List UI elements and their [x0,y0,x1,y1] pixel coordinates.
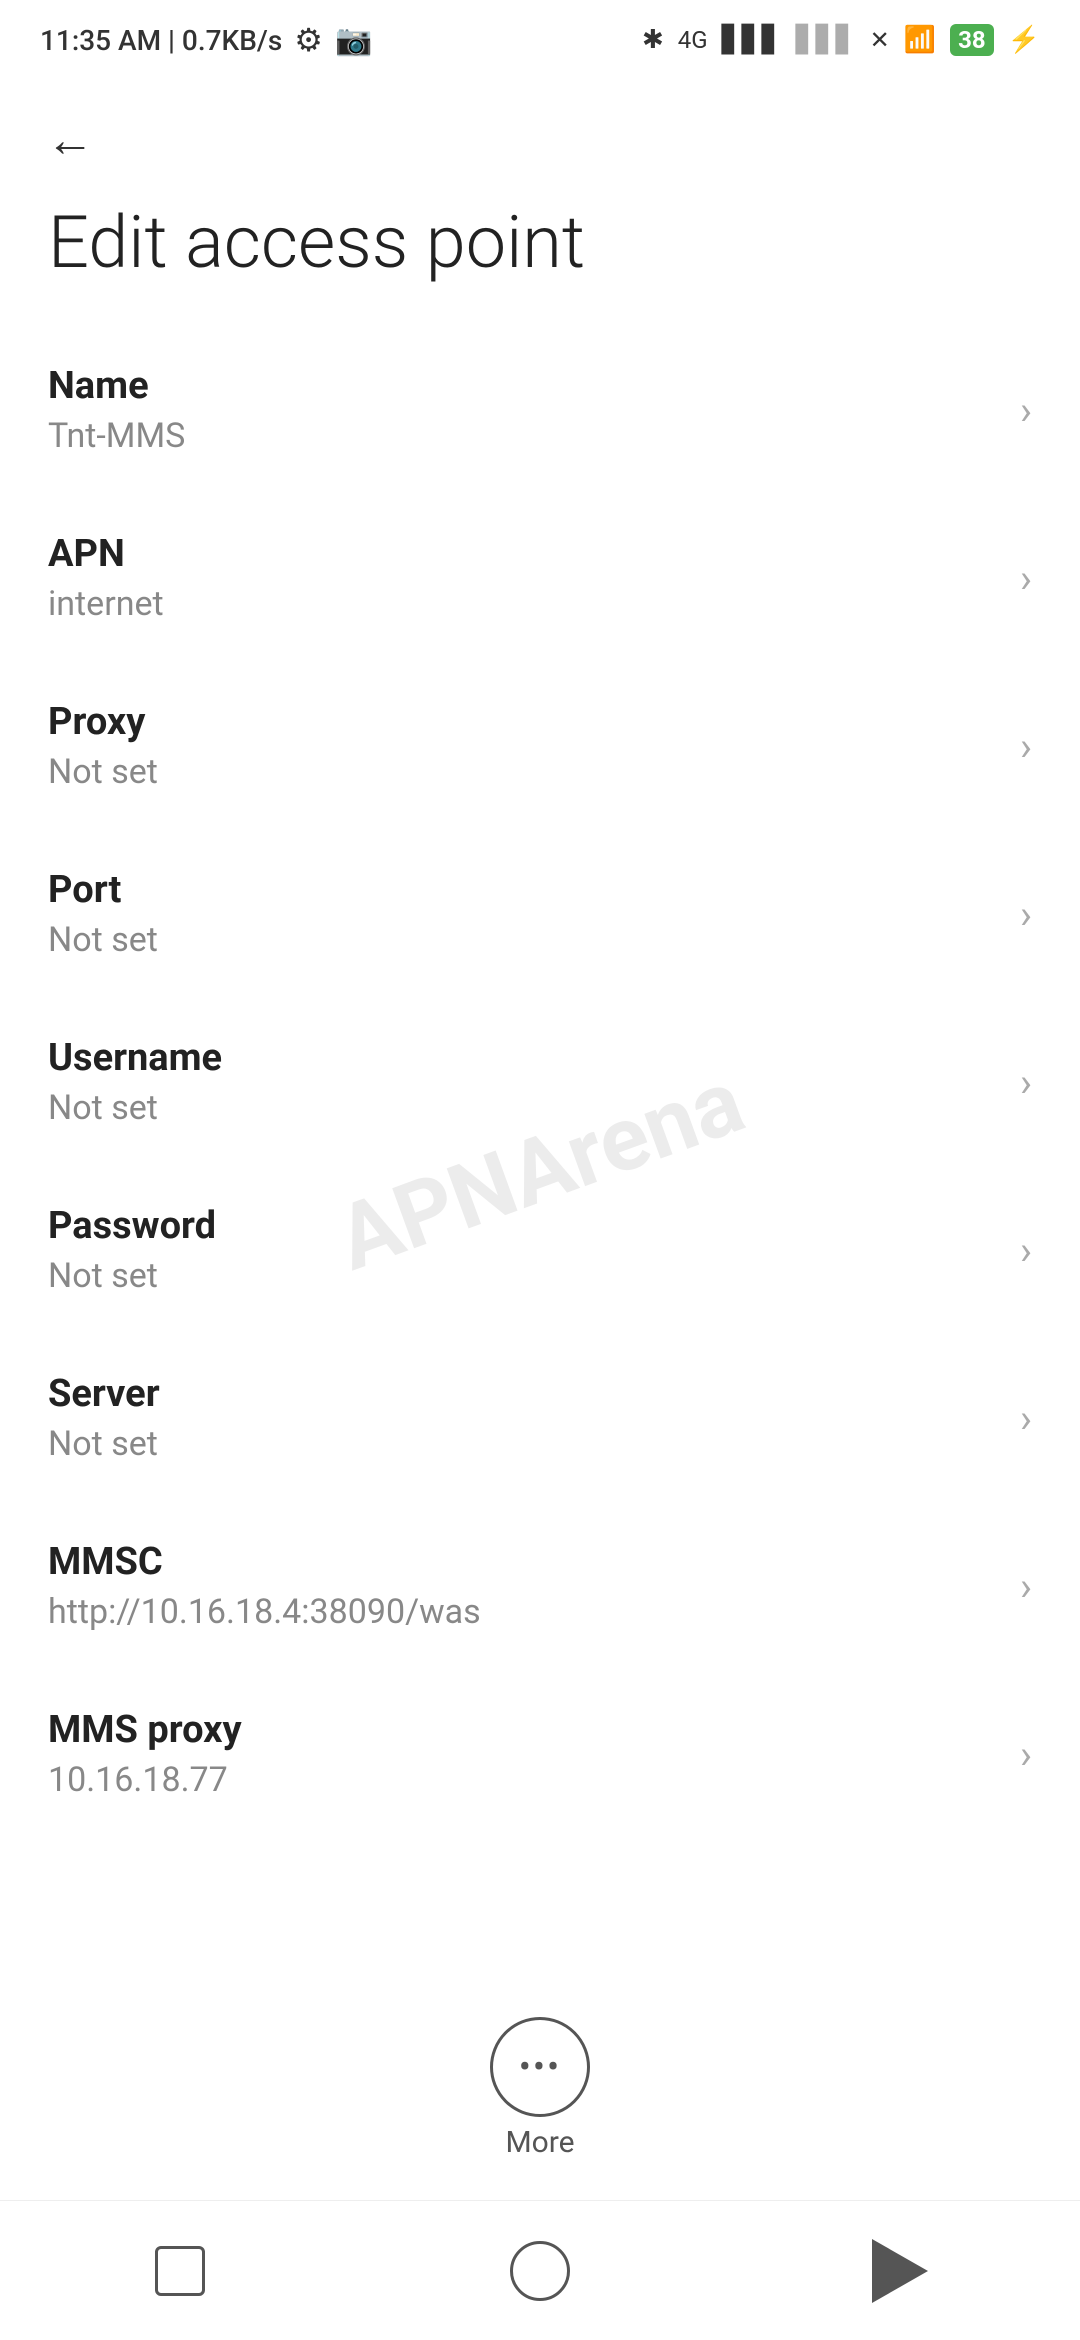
settings-item-label: Name [48,364,1000,408]
4g-icon: 4G [678,26,708,54]
settings-item[interactable]: Port Not set › [0,830,1080,998]
more-button-area[interactable]: ••• More [490,2017,590,2160]
settings-list: Name Tnt-MMS › APN internet › Proxy Not … [0,326,1080,1838]
settings-item-label: MMS proxy [48,1708,1000,1752]
settings-item-content: Password Not set [48,1204,1000,1296]
signal2-icon: ▋▋▋ [796,25,856,55]
settings-item[interactable]: Server Not set › [0,1334,1080,1502]
settings-item-value: Not set [48,1424,1000,1464]
settings-item-content: APN internet [48,532,1000,624]
settings-item[interactable]: MMSC http://10.16.18.4:38090/was › [0,1502,1080,1670]
status-left: 11:35 AM | 0.7KB/s ⚙ 📷 [40,21,372,59]
square-icon [155,2246,205,2296]
settings-item[interactable]: Username Not set › [0,998,1080,1166]
settings-item-label: Server [48,1372,1000,1416]
bottom-nav [0,2200,1080,2340]
battery-icon: 38 [950,24,994,56]
settings-item-value: Not set [48,1256,1000,1296]
back-nav-button[interactable] [850,2231,950,2311]
settings-item-content: Server Not set [48,1372,1000,1464]
settings-item-label: Proxy [48,700,1000,744]
settings-item[interactable]: Proxy Not set › [0,662,1080,830]
triangle-icon [872,2239,928,2303]
home-button[interactable] [490,2231,590,2311]
settings-item-label: Username [48,1036,1000,1080]
chevron-right-icon: › [1020,1731,1032,1778]
settings-item-value: http://10.16.18.4:38090/was [48,1592,1000,1632]
chevron-right-icon: › [1020,1395,1032,1442]
settings-item-label: Port [48,868,1000,912]
settings-item-value: Not set [48,1088,1000,1128]
chevron-right-icon: › [1020,1227,1032,1274]
more-label: More [505,2125,574,2160]
settings-icon: ⚙ [294,21,323,59]
settings-item[interactable]: Password Not set › [0,1166,1080,1334]
bluetooth-icon: ✱ [642,25,664,55]
no-service-icon: ✕ [870,26,890,54]
more-circle: ••• [490,2017,590,2117]
settings-item-label: Password [48,1204,1000,1248]
charging-icon: ⚡ [1008,25,1040,55]
back-area: ← [0,80,1080,180]
settings-item-label: APN [48,532,1000,576]
chevron-right-icon: › [1020,555,1032,602]
settings-item[interactable]: MMS proxy 10.16.18.77 › [0,1670,1080,1838]
settings-item-value: Tnt-MMS [48,416,1000,456]
settings-item-content: Proxy Not set [48,700,1000,792]
settings-item-content: MMSC http://10.16.18.4:38090/was [48,1540,1000,1632]
chevron-right-icon: › [1020,1563,1032,1610]
chevron-right-icon: › [1020,723,1032,770]
more-dots-icon: ••• [519,2049,561,2085]
wifi-icon: 📶 [904,25,936,55]
page-title: Edit access point [0,180,1080,326]
settings-item[interactable]: APN internet › [0,494,1080,662]
settings-item[interactable]: Name Tnt-MMS › [0,326,1080,494]
chevron-right-icon: › [1020,891,1032,938]
settings-item-content: Port Not set [48,868,1000,960]
video-icon: 📷 [335,23,372,58]
back-button[interactable]: ← [40,110,100,170]
settings-item-value: internet [48,584,1000,624]
circle-icon [510,2241,570,2301]
recents-button[interactable] [130,2231,230,2311]
settings-item-label: MMSC [48,1540,1000,1584]
chevron-right-icon: › [1020,387,1032,434]
chevron-right-icon: › [1020,1059,1032,1106]
settings-item-value: 10.16.18.77 [48,1760,1000,1800]
status-bar: 11:35 AM | 0.7KB/s ⚙ 📷 ✱ 4G ▋▋▋ ▋▋▋ ✕ 📶 … [0,0,1080,80]
back-arrow-icon: ← [46,116,94,164]
signal-icon: ▋▋▋ [722,25,782,55]
settings-item-content: MMS proxy 10.16.18.77 [48,1708,1000,1800]
settings-item-content: Name Tnt-MMS [48,364,1000,456]
status-right: ✱ 4G ▋▋▋ ▋▋▋ ✕ 📶 38 ⚡ [642,24,1040,56]
settings-item-content: Username Not set [48,1036,1000,1128]
settings-item-value: Not set [48,920,1000,960]
time-display: 11:35 AM | 0.7KB/s [40,24,282,57]
settings-item-value: Not set [48,752,1000,792]
